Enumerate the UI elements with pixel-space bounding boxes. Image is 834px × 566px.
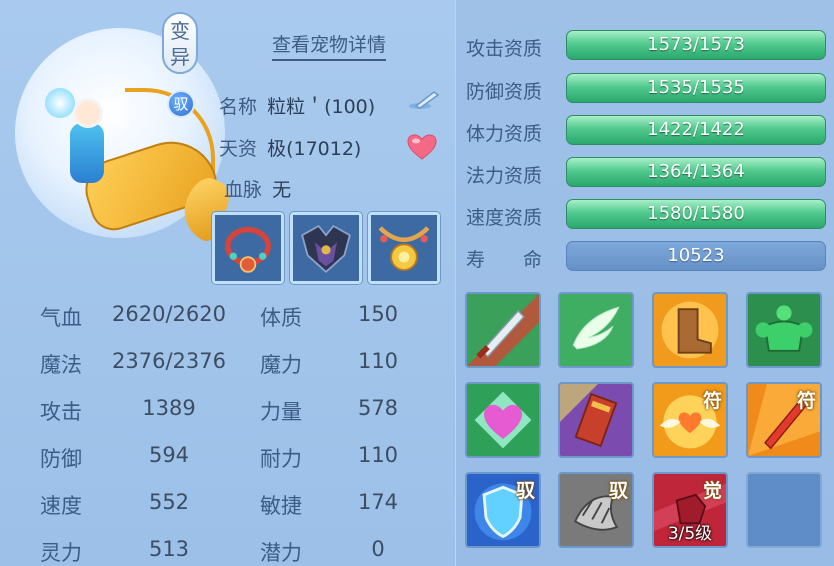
aptitude-mana-label: 法力资质 [466, 165, 543, 187]
skill-slot-10[interactable]: 驭 [558, 472, 634, 548]
skill-slot-2[interactable] [558, 292, 634, 368]
pet-rider-head [73, 98, 103, 128]
pet-name-row: 名称 粒粒＇(100) [219, 92, 375, 119]
stat-hp-value: 2620/2620 [112, 302, 226, 326]
skill-slot-11[interactable]: 觉 3/5级 [652, 472, 728, 548]
muscle-icon [748, 294, 820, 366]
stat-mp-value: 2376/2376 [112, 349, 226, 373]
scroll-icon [560, 384, 632, 456]
amulet-icon [371, 215, 437, 281]
aptitude-stamina-label: 体力资质 [466, 123, 543, 145]
stat-endurance-label: 耐力 [260, 447, 302, 471]
sword-icon [467, 294, 539, 366]
wings-icon [560, 294, 632, 366]
stat-mp-label: 魔法 [40, 353, 82, 377]
stat-constitution-label: 体质 [260, 306, 302, 330]
view-pet-details-link[interactable]: 查看宠物详情 [272, 30, 387, 61]
rename-pen-icon[interactable] [408, 88, 442, 110]
aptitude-speed-label: 速度资质 [466, 207, 543, 229]
stat-strength-label: 力量 [260, 400, 302, 424]
skill-slot-4[interactable] [746, 292, 822, 368]
skill-slot-empty[interactable] [746, 472, 822, 548]
equip-slot-necklace[interactable] [212, 212, 284, 284]
skill-tag-jue: 觉 [702, 480, 722, 502]
stat-attack-value: 1389 [142, 396, 196, 420]
ride-badge: 驭 [167, 90, 195, 118]
aptitude-attack-label: 攻击资质 [466, 38, 543, 60]
stat-speed-value: 552 [148, 490, 190, 514]
skill-level: 3/5级 [667, 524, 713, 544]
pet-talent-label: 天资 [219, 138, 258, 160]
skill-slot-7[interactable]: 符 [652, 382, 728, 458]
pet-bloodline-label: 血脉 [224, 179, 263, 201]
stat-spirit-value: 513 [148, 537, 190, 561]
skill-slot-6[interactable] [558, 382, 634, 458]
favorite-heart-icon[interactable] [407, 134, 437, 160]
aptitude-mana-bar: 1364/1364 [566, 157, 826, 187]
stat-strength-value: 578 [357, 396, 399, 420]
life-bar: 10523 [566, 241, 826, 271]
stat-spirit-label: 灵力 [40, 541, 82, 565]
variant-badge-label: 变异 [170, 19, 190, 69]
life-label: 寿 命 [466, 249, 543, 271]
skill-slot-5[interactable] [465, 382, 541, 458]
skill-slot-3[interactable] [652, 292, 728, 368]
stat-magic-label: 魔力 [260, 353, 302, 377]
skill-tag-fu-2: 符 [796, 390, 816, 412]
heart-icon [467, 384, 539, 456]
aptitude-attack-bar: 1573/1573 [566, 30, 826, 60]
pet-name-label: 名称 [219, 96, 258, 118]
stat-speed-label: 速度 [40, 494, 82, 518]
aptitude-stamina-bar: 1422/1422 [566, 115, 826, 145]
skill-slot-8[interactable]: 符 [746, 382, 822, 458]
pet-talent-row: 天资 极(17012) [219, 134, 361, 161]
stat-defense-value: 594 [148, 443, 190, 467]
skill-tag-yu: 驭 [515, 480, 535, 502]
stat-attack-label: 攻击 [40, 400, 82, 424]
equip-slot-amulet[interactable] [368, 212, 440, 284]
stat-magic-value: 110 [357, 349, 399, 373]
pet-orb [45, 88, 75, 118]
pet-rider-body [70, 123, 104, 183]
stat-potential-label: 潜力 [260, 541, 302, 565]
stat-agility-value: 174 [357, 490, 399, 514]
skill-slot-1[interactable] [465, 292, 541, 368]
variant-badge: 变异 [162, 12, 198, 74]
necklace-icon [215, 215, 281, 281]
aptitude-defense-label: 防御资质 [466, 81, 543, 103]
armor-icon [293, 215, 359, 281]
stat-agility-label: 敏捷 [260, 494, 302, 518]
pet-name-value: 粒粒＇(100) [267, 96, 376, 118]
stat-constitution-value: 150 [357, 302, 399, 326]
aptitude-speed-bar: 1580/1580 [566, 199, 826, 229]
stat-defense-label: 防御 [40, 447, 82, 471]
pet-bloodline-row: 血脉 无 [224, 175, 291, 202]
stat-hp-label: 气血 [40, 306, 82, 330]
pet-bloodline-value: 无 [272, 179, 292, 201]
skill-tag-yu-2: 驭 [608, 480, 628, 502]
aptitude-defense-bar: 1535/1535 [566, 73, 826, 103]
skill-tag-fu: 符 [702, 390, 722, 412]
skill-slot-9[interactable]: 驭 [465, 472, 541, 548]
boot-icon [654, 294, 726, 366]
equip-slot-armor[interactable] [290, 212, 362, 284]
stat-endurance-value: 110 [357, 443, 399, 467]
pet-talent-value: 极(17012) [267, 138, 362, 160]
stat-potential-value: 0 [371, 537, 385, 561]
